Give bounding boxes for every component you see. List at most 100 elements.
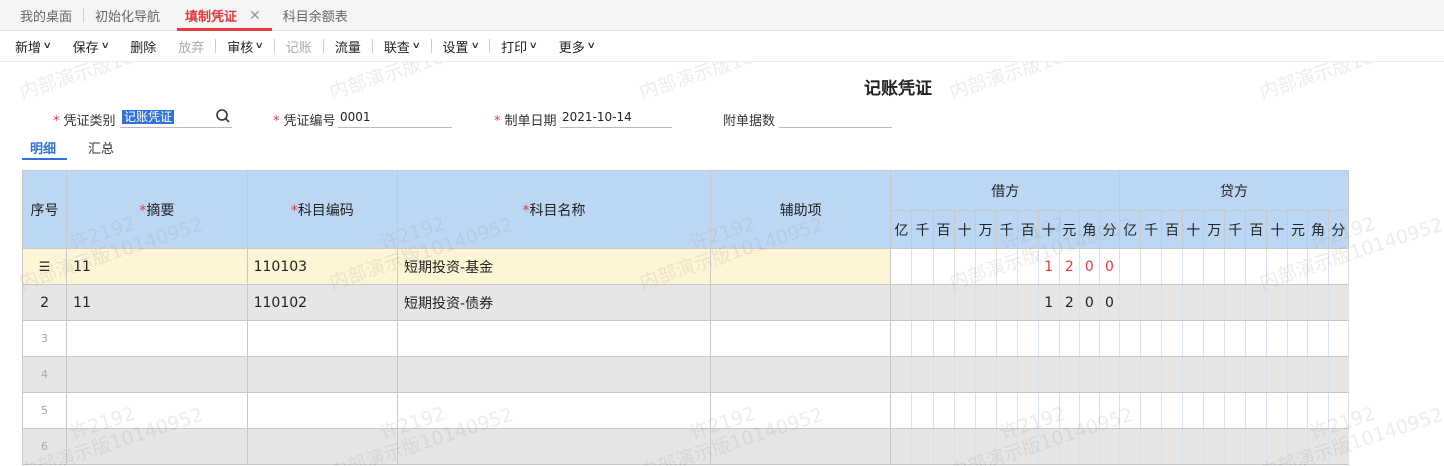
credit-digit-cell[interactable] — [1266, 428, 1289, 465]
table-row[interactable]: 6 — [21, 428, 1350, 465]
cell-aux[interactable] — [709, 356, 892, 393]
credit-digit-cell[interactable] — [1161, 248, 1184, 285]
debit-digit-cell[interactable]: 0 — [1078, 284, 1100, 321]
tab-fill-voucher[interactable]: 填制凭证 ✕ — [171, 0, 272, 31]
debit-digit-cell[interactable]: 2 — [1058, 248, 1080, 285]
cell-aux[interactable] — [709, 284, 892, 321]
credit-digit-cell[interactable] — [1266, 392, 1289, 429]
debit-digit-cell[interactable]: 0 — [1098, 284, 1121, 321]
debit-digit-cell[interactable] — [953, 428, 976, 465]
credit-digit-cell[interactable] — [1182, 248, 1205, 285]
cell-seq[interactable]: 5 — [21, 392, 68, 429]
credit-digit-cell[interactable] — [1307, 320, 1329, 357]
credit-digit-cell[interactable] — [1203, 428, 1226, 465]
tab-account-balance[interactable]: 科目余额表 — [272, 0, 359, 31]
debit-digit-cell[interactable] — [974, 392, 997, 429]
credit-digit-cell[interactable] — [1203, 392, 1226, 429]
cell-account-name[interactable] — [397, 320, 711, 357]
save-button[interactable]: 保存 ∨ — [62, 31, 120, 62]
debit-digit-cell[interactable] — [890, 248, 913, 285]
cell-summary[interactable] — [66, 356, 248, 393]
debit-digit-cell[interactable] — [974, 248, 997, 285]
new-button[interactable]: 新增 ∨ — [4, 31, 62, 62]
debit-digit-cell[interactable] — [890, 284, 913, 321]
cell-seq[interactable]: 3 — [21, 320, 68, 357]
debit-digit-cell[interactable]: 2 — [1058, 284, 1080, 321]
debit-digit-cell[interactable] — [995, 284, 1018, 321]
search-icon[interactable] — [214, 107, 232, 125]
settings-button[interactable]: 设置 ∨ — [432, 31, 490, 62]
debit-digit-cell[interactable] — [995, 356, 1018, 393]
cell-account-name[interactable]: 短期投资-债券 — [397, 284, 711, 321]
credit-digit-cell[interactable] — [1224, 248, 1247, 285]
debit-digit-cell[interactable] — [1078, 320, 1100, 357]
debit-digit-cell[interactable] — [1098, 320, 1121, 357]
debit-digit-cell[interactable] — [995, 392, 1018, 429]
debit-digit-cell[interactable] — [974, 320, 997, 357]
debit-digit-cell[interactable] — [1078, 392, 1100, 429]
cell-summary[interactable]: 11 — [66, 248, 248, 285]
table-row[interactable]: ☰ 11 110103 短期投资-基金 1 2 0 0 — [21, 248, 1350, 285]
debit-digit-cell[interactable]: 0 — [1078, 248, 1100, 285]
credit-digit-cell[interactable] — [1327, 428, 1350, 465]
debit-digit-cell[interactable] — [1016, 284, 1039, 321]
debit-digit-cell[interactable] — [1037, 356, 1060, 393]
delete-button[interactable]: 删除 — [119, 31, 167, 62]
credit-digit-cell[interactable] — [1327, 248, 1350, 285]
cell-seq[interactable]: 4 — [21, 356, 68, 393]
credit-digit-cell[interactable] — [1266, 320, 1289, 357]
cell-account-code[interactable]: 110102 — [246, 284, 399, 321]
credit-digit-cell[interactable] — [1140, 392, 1163, 429]
credit-digit-cell[interactable] — [1287, 392, 1309, 429]
print-button[interactable]: 打印 ∨ — [490, 31, 548, 62]
credit-digit-cell[interactable] — [1182, 428, 1205, 465]
credit-digit-cell[interactable] — [1182, 320, 1205, 357]
debit-digit-cell[interactable] — [1058, 428, 1080, 465]
debit-digit-cell[interactable] — [995, 428, 1018, 465]
subtab-summary[interactable]: 汇总 — [88, 138, 114, 157]
debit-digit-cell[interactable] — [995, 248, 1018, 285]
debit-digit-cell[interactable] — [953, 284, 976, 321]
debit-digit-cell[interactable] — [1016, 392, 1039, 429]
credit-digit-cell[interactable] — [1327, 356, 1350, 393]
credit-digit-cell[interactable] — [1245, 248, 1268, 285]
credit-digit-cell[interactable] — [1327, 392, 1350, 429]
debit-digit-cell[interactable] — [890, 320, 913, 357]
cell-aux[interactable] — [709, 392, 892, 429]
debit-digit-cell[interactable] — [974, 284, 997, 321]
table-row[interactable]: 2 11 110102 短期投资-债券 1 2 0 0 — [21, 284, 1350, 321]
credit-digit-cell[interactable] — [1161, 428, 1184, 465]
credit-digit-cell[interactable] — [1203, 248, 1226, 285]
debit-digit-cell[interactable] — [1058, 392, 1080, 429]
credit-digit-cell[interactable] — [1287, 284, 1309, 321]
credit-digit-cell[interactable] — [1140, 284, 1163, 321]
row-reorder-icon[interactable]: ☰ — [39, 260, 51, 275]
cell-account-name[interactable]: 短期投资-基金 — [397, 248, 711, 285]
debit-digit-cell[interactable] — [1016, 356, 1039, 393]
debit-digit-cell[interactable] — [911, 320, 934, 357]
debit-digit-cell[interactable] — [1098, 392, 1121, 429]
credit-digit-cell[interactable] — [1266, 284, 1289, 321]
cell-aux[interactable] — [709, 248, 892, 285]
credit-digit-cell[interactable] — [1182, 392, 1205, 429]
debit-digit-cell[interactable] — [1078, 356, 1100, 393]
cell-account-name[interactable] — [397, 392, 711, 429]
credit-digit-cell[interactable] — [1307, 392, 1329, 429]
debit-digit-cell[interactable] — [911, 284, 934, 321]
debit-digit-cell[interactable] — [1037, 392, 1060, 429]
credit-digit-cell[interactable] — [1307, 356, 1329, 393]
credit-digit-cell[interactable] — [1182, 356, 1205, 393]
debit-digit-cell[interactable]: 0 — [1098, 248, 1121, 285]
debit-digit-cell[interactable] — [932, 248, 955, 285]
debit-digit-cell[interactable]: 1 — [1037, 284, 1060, 321]
debit-digit-cell[interactable] — [911, 356, 934, 393]
credit-digit-cell[interactable] — [1287, 428, 1309, 465]
subtab-detail[interactable]: 明细 — [30, 138, 56, 157]
credit-digit-cell[interactable] — [1287, 248, 1309, 285]
credit-digit-cell[interactable] — [1140, 428, 1163, 465]
cell-aux[interactable] — [709, 428, 892, 465]
cell-account-code[interactable] — [246, 428, 399, 465]
credit-digit-cell[interactable] — [1287, 320, 1309, 357]
credit-digit-cell[interactable] — [1245, 428, 1268, 465]
credit-digit-cell[interactable] — [1140, 356, 1163, 393]
